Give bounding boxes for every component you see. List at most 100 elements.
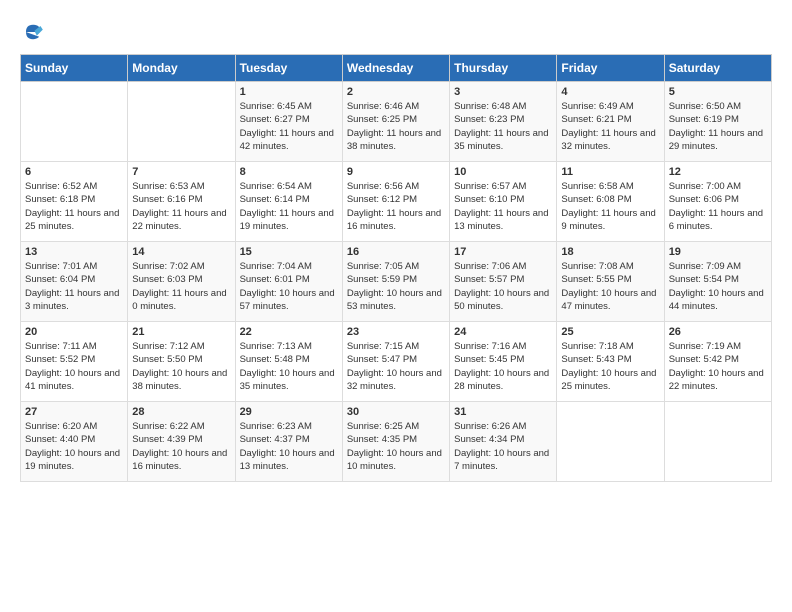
day-number: 13: [25, 246, 123, 258]
cell-info: Sunrise: 7:16 AMSunset: 5:45 PMDaylight:…: [454, 340, 552, 393]
calendar-cell: 13 Sunrise: 7:01 AMSunset: 6:04 PMDayligh…: [21, 242, 128, 322]
cell-info: Sunrise: 7:15 AMSunset: 5:47 PMDaylight:…: [347, 340, 445, 393]
day-number: 9: [347, 166, 445, 178]
cell-info: Sunrise: 7:19 AMSunset: 5:42 PMDaylight:…: [669, 340, 767, 393]
calendar-cell: 6Sunrise: 6:52 AMSunset: 6:18 PMDaylight…: [21, 162, 128, 242]
day-number: 20: [25, 326, 123, 338]
calendar-header-row: SundayMondayTuesdayWednesdayThursdayFrid…: [21, 55, 772, 82]
cell-info: Sunrise: 6:50 AMSunset: 6:19 PMDaylight:…: [669, 100, 767, 153]
header-friday: Friday: [557, 55, 664, 82]
cell-info: Sunrise: 6:45 AMSunset: 6:27 PMDaylight:…: [240, 100, 338, 153]
day-number: 1: [240, 86, 338, 98]
calendar-cell: 1 Sunrise: 6:45 AMSunset: 6:27 PMDaylight…: [235, 82, 342, 162]
calendar-cell: 31 Sunrise: 6:26 AMSunset: 4:34 PMDayligh…: [450, 402, 557, 482]
day-number: 3: [454, 86, 552, 98]
day-number: 27: [25, 406, 123, 418]
calendar-cell: [557, 402, 664, 482]
day-number: 17: [454, 246, 552, 258]
day-number: 5: [669, 86, 767, 98]
day-number: 7: [132, 166, 230, 178]
calendar-cell: 16 Sunrise: 7:05 AMSunset: 5:59 PMDayligh…: [342, 242, 449, 322]
header-sunday: Sunday: [21, 55, 128, 82]
day-number: 31: [454, 406, 552, 418]
day-number: 12: [669, 166, 767, 178]
calendar-cell: 28 Sunrise: 6:22 AMSunset: 4:39 PMDayligh…: [128, 402, 235, 482]
calendar-cell: 17 Sunrise: 7:06 AMSunset: 5:57 PMDayligh…: [450, 242, 557, 322]
calendar-cell: 15 Sunrise: 7:04 AMSunset: 6:01 PMDayligh…: [235, 242, 342, 322]
cell-info: Sunrise: 6:58 AMSunset: 6:08 PMDaylight:…: [561, 180, 659, 233]
cell-info: Sunrise: 7:00 AMSunset: 6:06 PMDaylight:…: [669, 180, 767, 233]
day-number: 6: [25, 166, 123, 178]
calendar-cell: 2 Sunrise: 6:46 AMSunset: 6:25 PMDaylight…: [342, 82, 449, 162]
calendar-cell: 25Sunrise: 7:18 AMSunset: 5:43 PMDayligh…: [557, 322, 664, 402]
calendar-cell: 23 Sunrise: 7:15 AMSunset: 5:47 PMDayligh…: [342, 322, 449, 402]
day-number: 15: [240, 246, 338, 258]
cell-info: Sunrise: 7:05 AMSunset: 5:59 PMDaylight:…: [347, 260, 445, 313]
day-number: 11: [561, 166, 659, 178]
cell-info: Sunrise: 6:56 AMSunset: 6:12 PMDaylight:…: [347, 180, 445, 233]
calendar-cell: 3 Sunrise: 6:48 AMSunset: 6:23 PMDaylight…: [450, 82, 557, 162]
day-number: 24: [454, 326, 552, 338]
calendar-table: SundayMondayTuesdayWednesdayThursdayFrid…: [20, 54, 772, 482]
calendar-cell: 11 Sunrise: 6:58 AMSunset: 6:08 PMDayligh…: [557, 162, 664, 242]
calendar-week-row: 6Sunrise: 6:52 AMSunset: 6:18 PMDaylight…: [21, 162, 772, 242]
logo-icon: [20, 20, 44, 44]
cell-info: Sunrise: 7:02 AMSunset: 6:03 PMDaylight:…: [132, 260, 230, 313]
calendar-cell: [21, 82, 128, 162]
calendar-cell: [128, 82, 235, 162]
day-number: 18: [561, 246, 659, 258]
cell-info: Sunrise: 7:11 AMSunset: 5:52 PMDaylight:…: [25, 340, 123, 393]
cell-info: Sunrise: 7:12 AMSunset: 5:50 PMDaylight:…: [132, 340, 230, 393]
calendar-cell: 26 Sunrise: 7:19 AMSunset: 5:42 PMDayligh…: [664, 322, 771, 402]
cell-info: Sunrise: 6:46 AMSunset: 6:25 PMDaylight:…: [347, 100, 445, 153]
calendar-cell: [664, 402, 771, 482]
calendar-cell: 9 Sunrise: 6:56 AMSunset: 6:12 PMDaylight…: [342, 162, 449, 242]
calendar-cell: 14Sunrise: 7:02 AMSunset: 6:03 PMDayligh…: [128, 242, 235, 322]
cell-info: Sunrise: 6:54 AMSunset: 6:14 PMDaylight:…: [240, 180, 338, 233]
cell-info: Sunrise: 7:04 AMSunset: 6:01 PMDaylight:…: [240, 260, 338, 313]
calendar-cell: 30Sunrise: 6:25 AMSunset: 4:35 PMDayligh…: [342, 402, 449, 482]
day-number: 29: [240, 406, 338, 418]
day-number: 28: [132, 406, 230, 418]
calendar-cell: 4 Sunrise: 6:49 AMSunset: 6:21 PMDaylight…: [557, 82, 664, 162]
calendar-cell: 19 Sunrise: 7:09 AMSunset: 5:54 PMDayligh…: [664, 242, 771, 322]
calendar-week-row: 13 Sunrise: 7:01 AMSunset: 6:04 PMDayligh…: [21, 242, 772, 322]
header-tuesday: Tuesday: [235, 55, 342, 82]
day-number: 22: [240, 326, 338, 338]
calendar-cell: 10 Sunrise: 6:57 AMSunset: 6:10 PMDayligh…: [450, 162, 557, 242]
calendar-cell: 12 Sunrise: 7:00 AMSunset: 6:06 PMDayligh…: [664, 162, 771, 242]
day-number: 26: [669, 326, 767, 338]
day-number: 10: [454, 166, 552, 178]
cell-info: Sunrise: 6:53 AMSunset: 6:16 PMDaylight:…: [132, 180, 230, 233]
calendar-week-row: 27 Sunrise: 6:20 AMSunset: 4:40 PMDayligh…: [21, 402, 772, 482]
cell-info: Sunrise: 7:08 AMSunset: 5:55 PMDaylight:…: [561, 260, 659, 313]
calendar-week-row: 1 Sunrise: 6:45 AMSunset: 6:27 PMDaylight…: [21, 82, 772, 162]
day-number: 25: [561, 326, 659, 338]
day-number: 21: [132, 326, 230, 338]
day-number: 4: [561, 86, 659, 98]
calendar-cell: 22 Sunrise: 7:13 AMSunset: 5:48 PMDayligh…: [235, 322, 342, 402]
day-number: 2: [347, 86, 445, 98]
logo: [20, 20, 48, 44]
cell-info: Sunrise: 6:26 AMSunset: 4:34 PMDaylight:…: [454, 420, 552, 473]
calendar-cell: 21 Sunrise: 7:12 AMSunset: 5:50 PMDayligh…: [128, 322, 235, 402]
day-number: 16: [347, 246, 445, 258]
header-thursday: Thursday: [450, 55, 557, 82]
page-header: [20, 20, 772, 44]
cell-info: Sunrise: 6:20 AMSunset: 4:40 PMDaylight:…: [25, 420, 123, 473]
calendar-cell: 29 Sunrise: 6:23 AMSunset: 4:37 PMDayligh…: [235, 402, 342, 482]
day-number: 30: [347, 406, 445, 418]
cell-info: Sunrise: 7:09 AMSunset: 5:54 PMDaylight:…: [669, 260, 767, 313]
cell-info: Sunrise: 6:48 AMSunset: 6:23 PMDaylight:…: [454, 100, 552, 153]
cell-info: Sunrise: 6:22 AMSunset: 4:39 PMDaylight:…: [132, 420, 230, 473]
day-number: 19: [669, 246, 767, 258]
cell-info: Sunrise: 6:57 AMSunset: 6:10 PMDaylight:…: [454, 180, 552, 233]
cell-info: Sunrise: 7:13 AMSunset: 5:48 PMDaylight:…: [240, 340, 338, 393]
cell-info: Sunrise: 6:23 AMSunset: 4:37 PMDaylight:…: [240, 420, 338, 473]
calendar-cell: 8Sunrise: 6:54 AMSunset: 6:14 PMDaylight…: [235, 162, 342, 242]
cell-info: Sunrise: 7:06 AMSunset: 5:57 PMDaylight:…: [454, 260, 552, 313]
cell-info: Sunrise: 6:49 AMSunset: 6:21 PMDaylight:…: [561, 100, 659, 153]
day-number: 23: [347, 326, 445, 338]
cell-info: Sunrise: 7:01 AMSunset: 6:04 PMDaylight:…: [25, 260, 123, 313]
calendar-cell: 18 Sunrise: 7:08 AMSunset: 5:55 PMDayligh…: [557, 242, 664, 322]
